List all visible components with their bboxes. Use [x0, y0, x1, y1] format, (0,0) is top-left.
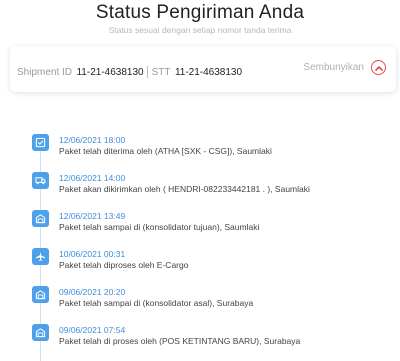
shipment-id-label: Shipment ID [17, 66, 73, 78]
hide-toggle-button[interactable]: Sembunyikan [303, 60, 386, 75]
divider [146, 66, 148, 78]
shipment-id-value: 11-21-4638130 [76, 66, 144, 78]
event-date: 12/06/2021 18:00 [59, 135, 126, 145]
timeline-event: 12/06/2021 13:49 Paket telah sampai di (… [32, 200, 392, 232]
warehouse-icon [32, 324, 49, 341]
event-date: 09/06/2021 07:54 [59, 325, 126, 335]
event-date: 09/06/2021 20:20 [59, 287, 126, 297]
shipment-ids: Shipment ID 11-21-4638130 STT 11-21-4638… [17, 63, 242, 81]
timeline-event: 09/06/2021 07:54 Paket telah di proses o… [32, 314, 392, 346]
stt-value: 11-21-4638130 [174, 66, 243, 78]
event-text: Paket akan dikirimkan oleh ( HENDRI-0822… [59, 184, 310, 194]
page-subtitle: Status sesuai dengan setiap nomor tanda … [108, 25, 292, 35]
event-date: 12/06/2021 14:00 [59, 173, 126, 183]
event-text: Paket telah diterima oleh (ATHA [SXK - C… [59, 146, 272, 156]
event-date: 12/06/2021 13:49 [59, 211, 126, 221]
event-text: Paket telah sampai di (konsolidator tuju… [59, 222, 260, 232]
stt-label: STT [151, 66, 171, 78]
event-text: Paket telah sampai di (konsolidator asal… [59, 298, 254, 308]
airplane-icon [32, 248, 49, 265]
hide-label: Sembunyikan [303, 62, 364, 73]
page-title: Status Pengiriman Anda [95, 2, 305, 23]
truck-icon [32, 172, 49, 189]
check-box-icon [32, 134, 49, 151]
timeline-event: 10/06/2021 00:31 Paket telah diproses ol… [32, 238, 392, 270]
timeline-event: 12/06/2021 18:00 Paket telah diterima ol… [32, 124, 392, 156]
chevron-up-icon[interactable] [371, 60, 386, 75]
event-text: Paket telah diproses oleh E-Cargo [59, 260, 189, 270]
timeline-event: 09/06/2021 20:20 Paket telah sampai di (… [32, 276, 392, 308]
event-date: 10/06/2021 00:31 [59, 249, 126, 259]
shipment-card: Shipment ID 11-21-4638130 STT 11-21-4638… [10, 46, 396, 92]
warehouse-icon [32, 210, 49, 227]
warehouse-icon [32, 286, 49, 303]
timeline-event: 12/06/2021 14:00 Paket akan dikirimkan o… [32, 162, 392, 194]
event-text: Paket telah di proses oleh (POS KETINTAN… [59, 336, 301, 346]
